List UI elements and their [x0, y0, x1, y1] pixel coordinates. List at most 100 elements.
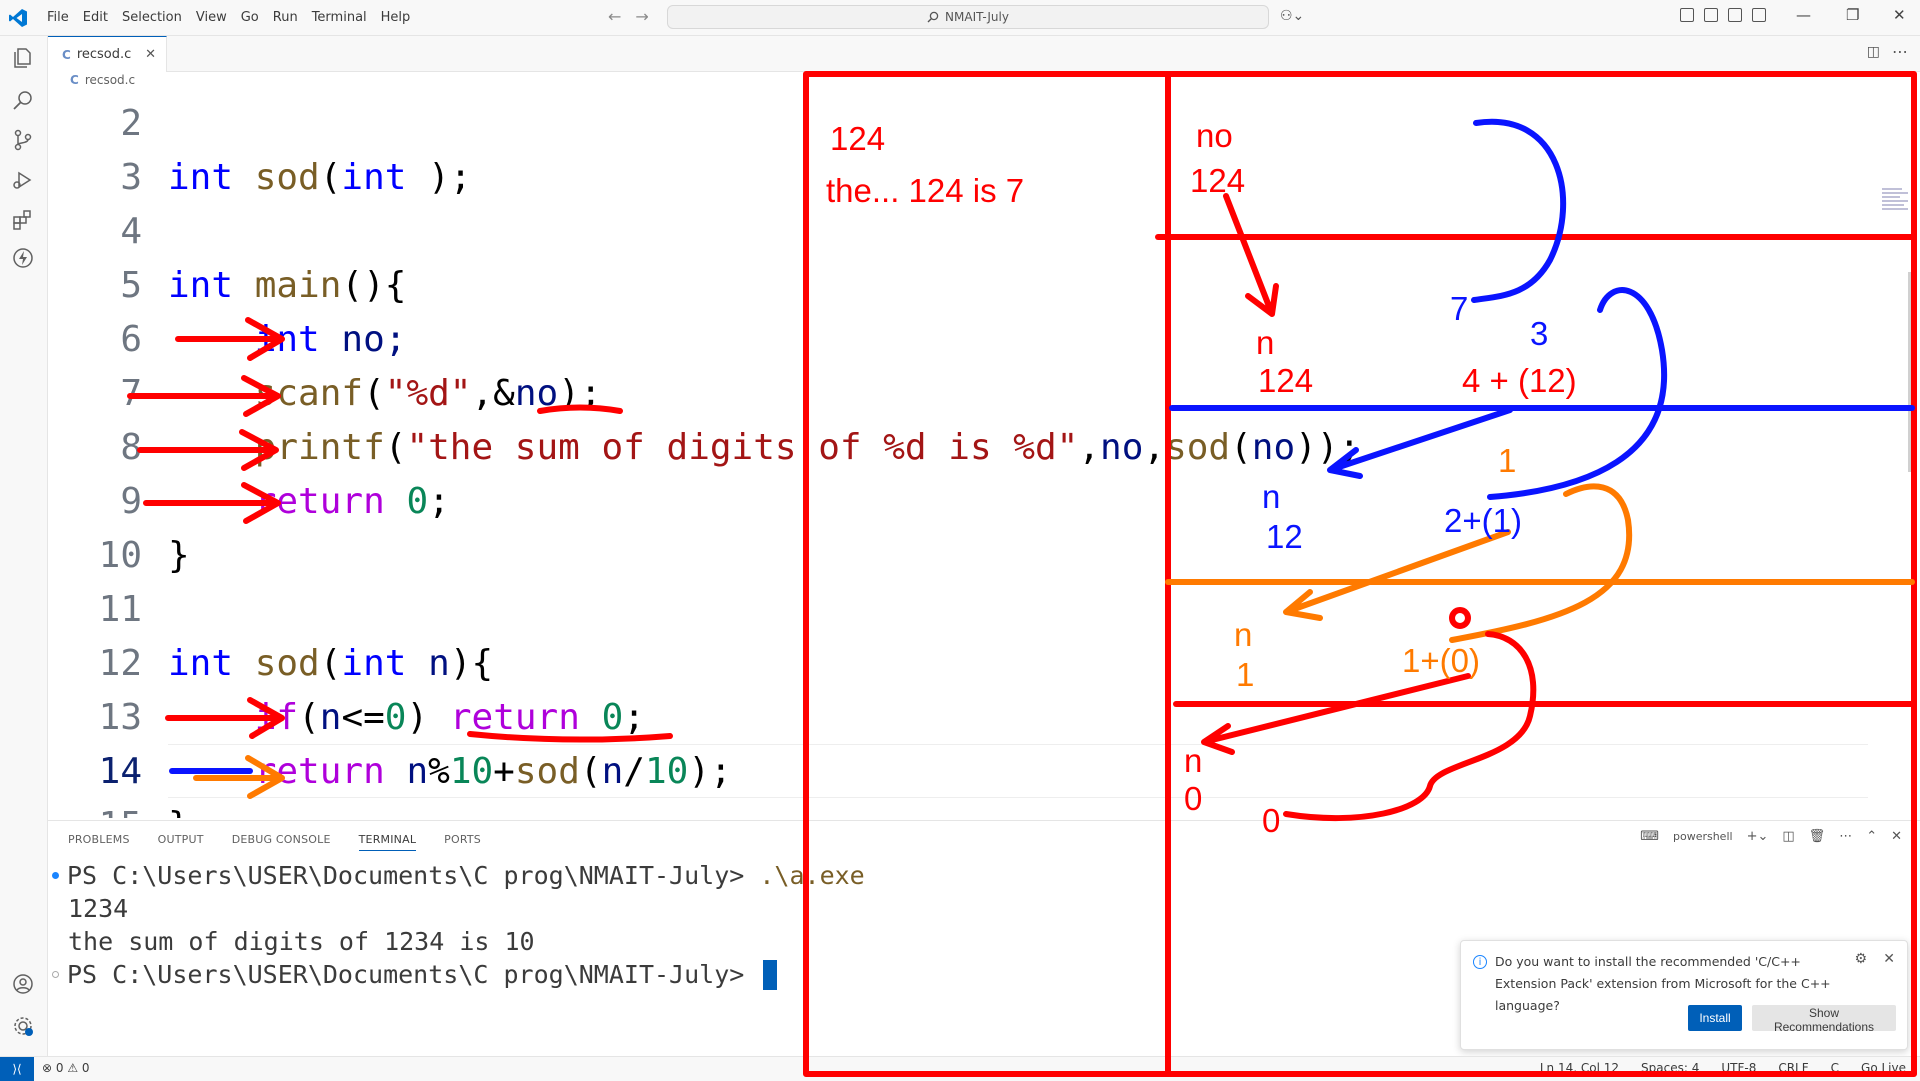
- terminal-output[interactable]: PS C:\Users\USER\Documents\C prog\NMAIT-…: [52, 859, 865, 991]
- minimize-icon[interactable]: —: [1796, 6, 1811, 24]
- panel-tabs: PROBLEMS OUTPUT DEBUG CONSOLE TERMINAL P…: [68, 833, 481, 851]
- search-icon[interactable]: [11, 88, 35, 112]
- explorer-icon[interactable]: [11, 46, 35, 70]
- more-icon[interactable]: ⋯: [1839, 829, 1852, 844]
- source-control-icon[interactable]: [11, 128, 35, 152]
- code-token: sod: [1165, 426, 1231, 468]
- tab-ports[interactable]: PORTS: [444, 833, 481, 851]
- code-token: );: [406, 156, 472, 198]
- end-of-line[interactable]: CRLF: [1778, 1061, 1808, 1075]
- editor-scrollbar[interactable]: [1908, 272, 1914, 472]
- customize-layout-icon[interactable]: [1680, 8, 1694, 22]
- run-debug-icon[interactable]: [11, 168, 35, 192]
- menu-go[interactable]: Go: [234, 10, 266, 25]
- close-icon[interactable]: ✕: [1883, 951, 1895, 967]
- code-token: 0: [601, 696, 624, 738]
- menu-view[interactable]: View: [189, 10, 234, 25]
- menu-selection[interactable]: Selection: [115, 10, 189, 25]
- command-center-search[interactable]: NMAIT-July: [667, 5, 1269, 29]
- back-arrow-icon[interactable]: ←: [608, 7, 621, 26]
- code-token: (: [384, 426, 407, 468]
- terminal-prompt: PS C:\Users\USER\Documents\C prog\NMAIT-…: [67, 960, 760, 989]
- encoding[interactable]: UTF-8: [1721, 1061, 1756, 1075]
- maximize-panel-icon[interactable]: ⌃: [1866, 829, 1877, 844]
- code-line: 8 printf("the sum of digits of %d is %d"…: [48, 420, 1360, 474]
- minimap[interactable]: [1882, 186, 1908, 226]
- code-token: int: [341, 642, 407, 684]
- toggle-secondary-sidebar-icon[interactable]: [1752, 8, 1766, 22]
- show-recommendations-button[interactable]: Show Recommendations: [1752, 1005, 1896, 1034]
- new-terminal-icon[interactable]: +⌄: [1747, 829, 1769, 844]
- forward-arrow-icon[interactable]: →: [635, 7, 648, 26]
- accounts-icon[interactable]: [11, 972, 35, 996]
- indentation[interactable]: Spaces: 4: [1641, 1061, 1699, 1075]
- tab-output[interactable]: OUTPUT: [158, 833, 204, 851]
- code-token: +: [493, 750, 515, 792]
- code-token: n: [406, 750, 429, 792]
- code-line: 10 }: [48, 528, 190, 582]
- menu-help[interactable]: Help: [374, 10, 418, 25]
- code-token: (: [319, 642, 342, 684]
- code-token: ));: [1295, 426, 1361, 468]
- trash-icon[interactable]: 🗑: [1809, 829, 1826, 844]
- close-window-icon[interactable]: ✕: [1893, 6, 1906, 24]
- terminal-command: .\a.exe: [759, 861, 865, 890]
- line-number: 12: [98, 642, 142, 684]
- language-mode[interactable]: C: [1831, 1061, 1839, 1075]
- close-panel-icon[interactable]: ✕: [1891, 829, 1902, 844]
- thunder-client-icon[interactable]: [11, 246, 35, 270]
- split-editor-icon[interactable]: ◫: [1867, 44, 1880, 60]
- command-center-text: NMAIT-July: [945, 10, 1009, 24]
- code-token: (: [319, 156, 342, 198]
- toggle-panel-icon[interactable]: [1728, 8, 1742, 22]
- breadcrumb-file[interactable]: recsod.c: [85, 73, 135, 87]
- tab-recsod-c[interactable]: C recsod.c ✕: [48, 36, 167, 72]
- shell-name[interactable]: powershell: [1673, 830, 1733, 843]
- code-editor[interactable]: 2 3 int sod(int ); 4 5 int main(){ 6 int…: [48, 96, 1908, 818]
- code-line: 4: [48, 204, 168, 258]
- code-line: 3 int sod(int );: [48, 150, 471, 204]
- menu-bar: File Edit Selection View Go Run Terminal…: [40, 0, 417, 35]
- line-number: 8: [120, 426, 142, 468]
- menu-terminal[interactable]: Terminal: [305, 10, 374, 25]
- code-token: 10: [449, 750, 494, 792]
- cursor-position[interactable]: Ln 14, Col 12: [1540, 1061, 1619, 1075]
- go-live-button[interactable]: Go Live: [1861, 1061, 1906, 1075]
- search-icon: [927, 11, 939, 23]
- status-bar: ⟩⟨ ⊗ 0 ⚠ 0 Ln 14, Col 12 Spaces: 4 UTF-8…: [0, 1056, 1920, 1081]
- menu-file[interactable]: File: [40, 10, 76, 25]
- extensions-icon[interactable]: [11, 208, 35, 232]
- code-token: }: [168, 805, 190, 819]
- copilot-icon[interactable]: ⚇⌄: [1280, 8, 1304, 24]
- line-number: 2: [120, 102, 142, 144]
- settings-gear-icon[interactable]: [11, 1014, 35, 1038]
- install-button[interactable]: Install: [1688, 1005, 1742, 1031]
- code-token: no;: [319, 318, 407, 360]
- split-terminal-icon[interactable]: ◫: [1782, 829, 1794, 844]
- menu-edit[interactable]: Edit: [76, 10, 115, 25]
- problems-count[interactable]: ⊗ 0 ⚠ 0: [42, 1061, 90, 1075]
- tab-terminal[interactable]: TERMINAL: [358, 833, 417, 851]
- restore-icon[interactable]: ❐: [1846, 6, 1859, 24]
- menu-run[interactable]: Run: [266, 10, 305, 25]
- code-token: int: [168, 264, 234, 306]
- remote-indicator-icon[interactable]: ⟩⟨: [0, 1057, 34, 1081]
- gear-icon[interactable]: ⚙: [1854, 951, 1867, 967]
- toggle-primary-sidebar-icon[interactable]: [1704, 8, 1718, 22]
- code-token: (: [1230, 426, 1252, 468]
- tab-debug-console[interactable]: DEBUG CONSOLE: [232, 833, 331, 851]
- terminal-line: the sum of digits of 1234 is 10: [68, 927, 535, 956]
- more-actions-icon[interactable]: ⋯: [1892, 42, 1908, 61]
- code-token: ,: [1143, 426, 1166, 468]
- code-token: );: [688, 750, 732, 792]
- terminal-prompt: PS C:\Users\USER\Documents\C prog\NMAIT-…: [67, 861, 760, 890]
- code-token: (: [579, 750, 602, 792]
- code-line: 11: [48, 582, 168, 636]
- code-token: int: [168, 642, 234, 684]
- tab-problems[interactable]: PROBLEMS: [68, 833, 130, 851]
- code-token: (: [298, 696, 320, 738]
- close-icon[interactable]: ✕: [145, 47, 156, 62]
